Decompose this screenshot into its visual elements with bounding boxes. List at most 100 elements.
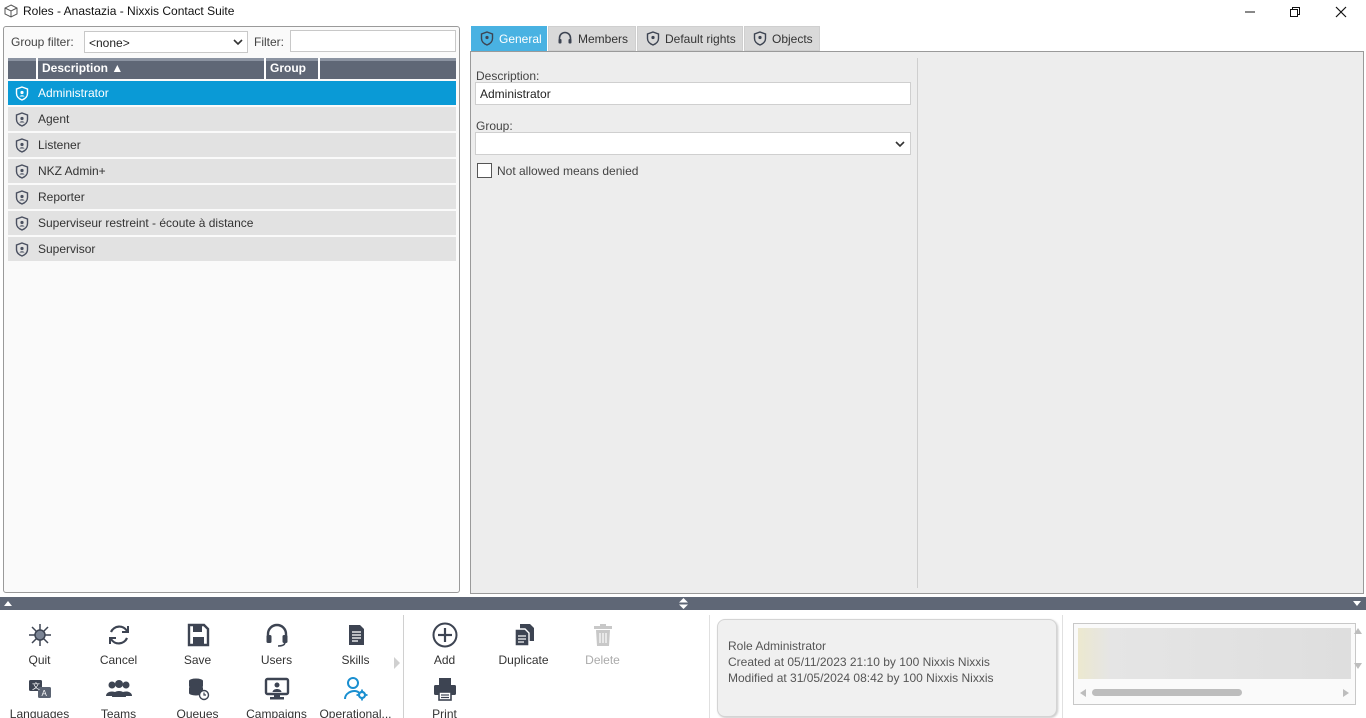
- tab-members-label: Members: [578, 31, 629, 46]
- table-row[interactable]: Listener: [8, 133, 456, 157]
- refresh-icon: [109, 625, 129, 645]
- toolbar-separator: [1062, 615, 1063, 718]
- shield-icon: [753, 31, 767, 46]
- resize-icon[interactable]: [679, 598, 688, 609]
- tab-objects-label: Objects: [772, 31, 813, 46]
- tab-objects[interactable]: Objects: [744, 26, 820, 51]
- delete-label: Delete: [585, 653, 620, 667]
- table-row[interactable]: Reporter: [8, 185, 456, 209]
- quit-button[interactable]: Quit: [0, 616, 79, 668]
- record-title: Role Administrator: [728, 639, 827, 653]
- quit-label: Quit: [28, 653, 51, 667]
- row-description: Reporter: [38, 190, 85, 204]
- skills-icon: [349, 625, 364, 645]
- restore-button[interactable]: [1272, 0, 1318, 23]
- operational-button[interactable]: Operational...: [316, 670, 395, 718]
- table-row[interactable]: Superviseur restreint - écoute à distanc…: [8, 211, 456, 235]
- panel-divider: [917, 58, 918, 588]
- toolbar-separator: [403, 615, 404, 718]
- campaigns-button[interactable]: Campaigns: [237, 670, 316, 718]
- collapse-down-icon[interactable]: [1353, 601, 1361, 607]
- restore-icon: [1290, 6, 1300, 17]
- printer-icon: [434, 678, 456, 701]
- svg-text:文: 文: [32, 681, 40, 691]
- table-row[interactable]: Agent: [8, 107, 456, 131]
- description-label: Description:: [476, 69, 540, 83]
- group-filter-value: <none>: [89, 36, 130, 50]
- table-row[interactable]: Supervisor: [8, 237, 456, 261]
- save-button[interactable]: Save: [158, 616, 237, 668]
- row-description: Administrator: [38, 86, 109, 100]
- users-label: Users: [260, 653, 293, 667]
- chevron-right-icon[interactable]: [393, 656, 401, 670]
- headset-icon: [266, 623, 288, 647]
- group-filter-select[interactable]: <none>: [84, 31, 248, 53]
- languages-label: Languages: [9, 707, 70, 718]
- preview-image: [1078, 628, 1351, 679]
- scroll-down-icon[interactable]: [1354, 663, 1362, 669]
- users-button[interactable]: Users: [237, 616, 316, 668]
- shield-icon: [15, 190, 29, 205]
- scroll-right-icon[interactable]: [1343, 689, 1349, 697]
- collapse-up-icon[interactable]: [4, 600, 12, 606]
- description-value: Administrator: [480, 87, 551, 101]
- not-allowed-means-denied-checkbox[interactable]: [477, 163, 492, 178]
- add-icon: [432, 622, 458, 648]
- column-group[interactable]: Group: [264, 58, 318, 79]
- operational-icon: [344, 677, 368, 701]
- scroll-up-icon[interactable]: [1354, 628, 1362, 634]
- close-icon: [1335, 6, 1347, 17]
- tab-default-rights-label: Default rights: [665, 31, 736, 46]
- chevron-down-icon: [895, 141, 905, 148]
- splitter-bar[interactable]: [0, 597, 1366, 610]
- queues-button[interactable]: Queues: [158, 670, 237, 718]
- skills-button[interactable]: Skills: [316, 616, 395, 668]
- row-description: Supervisor: [38, 242, 96, 256]
- save-icon: [187, 623, 210, 647]
- filter-input[interactable]: [290, 30, 456, 52]
- add-button[interactable]: Add: [405, 616, 484, 668]
- scroll-left-icon[interactable]: [1080, 689, 1086, 697]
- bottom-toolbar: Quit Cancel Save Users Skills 文A Languag…: [0, 611, 1366, 718]
- tab-default-rights[interactable]: Default rights: [637, 26, 743, 51]
- teams-button[interactable]: Teams: [79, 670, 158, 718]
- tab-members[interactable]: Members: [548, 26, 636, 51]
- title-bar: Roles - Anastazia - Nixxis Contact Suite: [0, 0, 1366, 23]
- toolbar-separator: [709, 615, 710, 718]
- cancel-label: Cancel: [99, 653, 138, 667]
- horizontal-scrollbar[interactable]: [1078, 686, 1351, 698]
- scrollbar-thumb[interactable]: [1092, 689, 1242, 696]
- cancel-button[interactable]: Cancel: [79, 616, 158, 668]
- column-description[interactable]: Description ▲: [36, 58, 264, 79]
- add-label: Add: [433, 653, 456, 667]
- table-row[interactable]: Administrator: [8, 81, 456, 105]
- shield-icon: [480, 31, 494, 46]
- print-button[interactable]: Print: [405, 670, 484, 718]
- queues-label: Queues: [176, 707, 219, 718]
- row-header-column: [8, 58, 36, 79]
- tab-general[interactable]: General: [471, 26, 547, 51]
- queues-icon: [189, 678, 210, 701]
- print-label: Print: [432, 707, 457, 718]
- group-filter-label: Group filter:: [11, 35, 74, 49]
- campaigns-label: Campaigns: [246, 707, 307, 718]
- app-cube-icon: [4, 4, 18, 18]
- table-row[interactable]: NKZ Admin+: [8, 159, 456, 183]
- duplicate-button[interactable]: Duplicate: [484, 616, 563, 668]
- teams-label: Teams: [100, 707, 137, 718]
- languages-icon: 文A: [29, 680, 51, 698]
- teams-icon: [106, 680, 132, 697]
- record-created: Created at 05/11/2023 21:10 by 100 Nixxi…: [728, 655, 990, 669]
- duplicate-icon: [514, 624, 534, 647]
- languages-button[interactable]: 文A Languages: [0, 670, 79, 718]
- description-field[interactable]: Administrator: [475, 82, 911, 105]
- delete-button[interactable]: Delete: [563, 616, 642, 668]
- group-select[interactable]: [475, 132, 911, 155]
- trash-icon: [594, 624, 612, 646]
- close-button[interactable]: [1318, 0, 1364, 23]
- minimize-button[interactable]: [1227, 0, 1273, 23]
- row-description: Superviseur restreint - écoute à distanc…: [38, 216, 254, 230]
- group-label: Group:: [476, 119, 513, 133]
- campaigns-icon: [264, 677, 290, 700]
- shield-icon: [15, 138, 29, 153]
